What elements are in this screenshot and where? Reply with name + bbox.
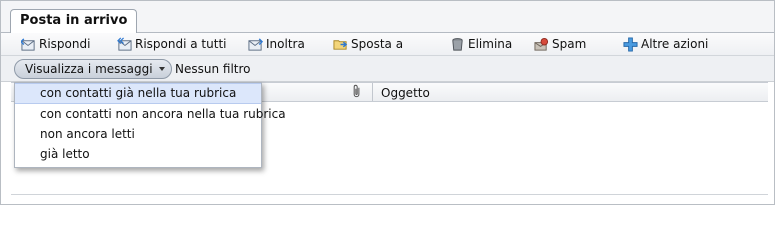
spam-label: Spam — [552, 37, 587, 51]
chevron-down-icon — [158, 67, 165, 71]
forward-icon — [248, 37, 263, 51]
delete-button[interactable]: Elimina — [450, 35, 512, 53]
reply-all-button[interactable]: Rispondi a tutti — [117, 35, 226, 53]
spam-icon — [534, 37, 549, 51]
reply-label: Rispondi — [39, 37, 91, 51]
reply-icon — [21, 37, 35, 51]
move-to-folder-icon — [333, 39, 348, 50]
tab-inbox[interactable]: Posta in arrivo — [10, 9, 138, 33]
view-messages-menu: con contatti già nella tua rubrica con c… — [14, 82, 286, 168]
filter-status: Nessun filtro — [175, 62, 251, 76]
menu-item-unknown-contacts[interactable]: con contatti non ancora nella tua rubric… — [15, 104, 286, 124]
mail-window: Posta in arrivo Rispondi Rispondi a tutt… — [0, 0, 775, 205]
list-bottom-border — [11, 194, 768, 195]
attachment-icon[interactable] — [350, 84, 364, 99]
view-messages-label: Visualizza i messaggi — [25, 62, 153, 76]
filter-bar: Visualizza i messaggi Nessun filtro — [1, 56, 774, 82]
column-header-subject[interactable]: Oggetto — [381, 86, 430, 100]
view-messages-dropdown[interactable]: Visualizza i messaggi — [14, 59, 172, 79]
forward-label: Inoltra — [266, 37, 305, 51]
spam-button[interactable]: Spam — [534, 35, 586, 53]
tab-bar: Posta in arrivo — [1, 1, 774, 33]
plus-icon — [623, 36, 638, 52]
move-button[interactable]: Sposta a — [333, 35, 403, 53]
forward-button[interactable]: Inoltra — [248, 35, 305, 53]
trash-icon — [452, 37, 463, 51]
more-actions-label: Altre azioni — [641, 37, 709, 51]
menu-item-unread[interactable]: non ancora letti — [15, 124, 261, 144]
reply-all-icon — [117, 37, 132, 51]
reply-all-label: Rispondi a tutti — [135, 37, 227, 51]
menu-item-read[interactable]: già letto — [15, 144, 261, 164]
column-separator[interactable] — [372, 83, 373, 101]
reply-button[interactable]: Rispondi — [21, 35, 90, 53]
more-actions-button[interactable]: Altre azioni — [623, 35, 708, 53]
toolbar: Rispondi Rispondi a tutti Inoltra Sposta… — [1, 33, 774, 56]
move-label: Sposta a — [351, 37, 404, 51]
menu-item-known-contacts[interactable]: con contatti già nella tua rubrica — [15, 83, 261, 104]
delete-label: Elimina — [468, 37, 513, 51]
